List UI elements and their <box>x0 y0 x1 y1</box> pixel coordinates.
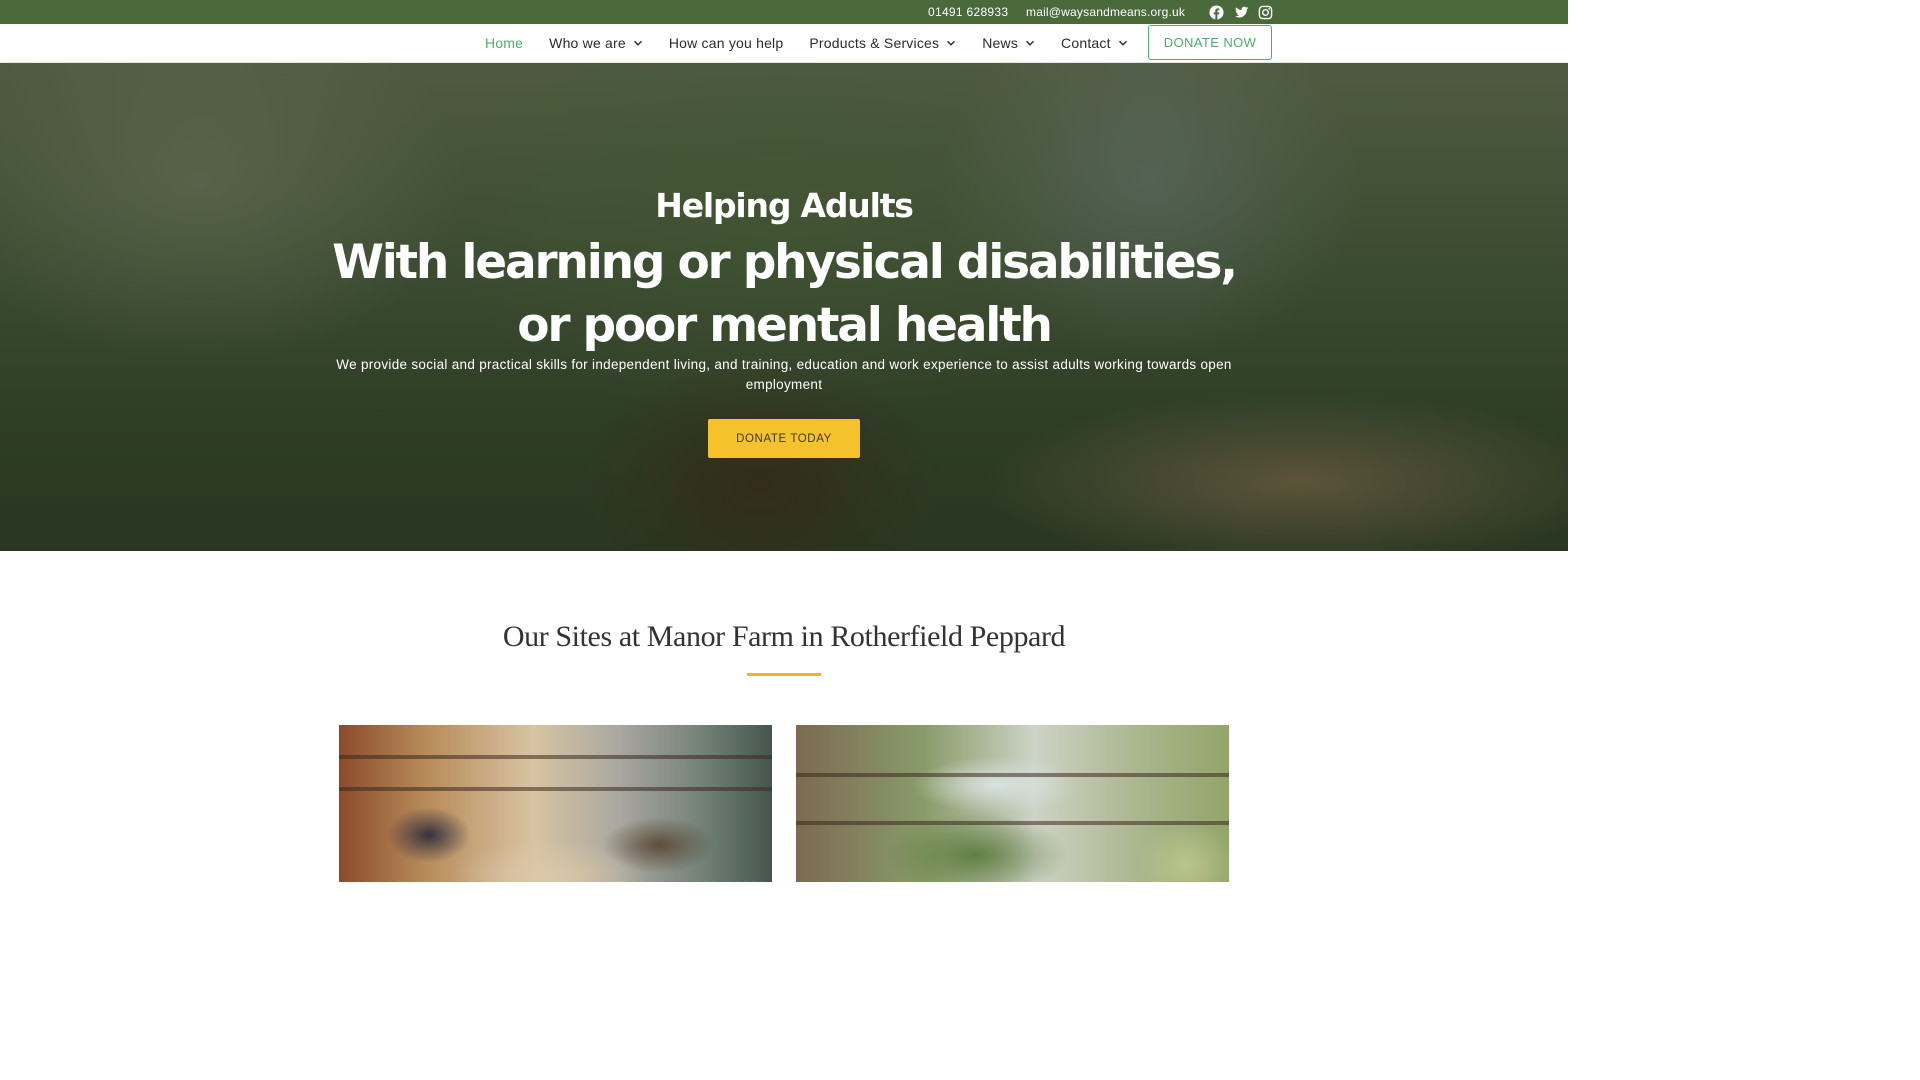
image-detail <box>796 773 1229 777</box>
site-image-greenhouse[interactable] <box>796 725 1229 882</box>
nav-item-label: Home <box>485 35 524 51</box>
nav-item-label: Products & Services <box>809 35 940 51</box>
chevron-down-icon <box>1026 40 1035 46</box>
chevron-down-icon <box>947 40 956 46</box>
nav-item-label: Contact <box>1061 35 1111 51</box>
hero-description: We provide social and practical skills f… <box>336 357 1232 392</box>
site-image-workshop[interactable] <box>339 725 772 882</box>
nav-item-contact[interactable]: Contact <box>1061 35 1128 51</box>
nav-item-news[interactable]: News <box>982 35 1035 51</box>
nav-item-products-services[interactable]: Products & Services <box>809 35 956 51</box>
donate-today-button[interactable]: DONATE TODAY <box>708 419 860 458</box>
facebook-icon[interactable] <box>1209 5 1224 20</box>
nav-menu: Home Who we are How can you help Product… <box>485 24 1128 62</box>
main-navigation: Home Who we are How can you help Product… <box>0 24 1568 63</box>
instagram-icon[interactable] <box>1258 5 1273 20</box>
image-detail <box>339 755 772 759</box>
donate-now-button[interactable]: DONATE NOW <box>1148 25 1272 60</box>
hero-banner: Helping Adults With learning or physical… <box>0 63 1568 551</box>
nav-item-how-can-you-help[interactable]: How can you help <box>669 35 784 51</box>
hero-title: With learning or physical disabilities, … <box>332 235 1238 353</box>
hero-kicker: Helping Adults <box>655 186 914 225</box>
sites-heading: Our Sites at Manor Farm in Rotherfield P… <box>502 620 1066 653</box>
hero-content: Helping Adults With learning or physical… <box>0 63 1568 551</box>
image-detail <box>339 787 772 791</box>
email-address[interactable]: mail@waysandmeans.org.uk <box>1026 5 1185 19</box>
image-detail <box>796 821 1229 825</box>
top-bar: 01491 628933 mail@waysandmeans.org.uk <box>0 0 1568 24</box>
nav-item-who-we-are[interactable]: Who we are <box>549 35 643 51</box>
heading-divider <box>747 673 821 676</box>
nav-item-home[interactable]: Home <box>485 35 523 51</box>
chevron-down-icon <box>633 40 642 46</box>
twitter-icon[interactable] <box>1234 5 1249 20</box>
phone-number[interactable]: 01491 628933 <box>928 5 1008 19</box>
nav-item-label: How can you help <box>668 35 784 51</box>
chevron-down-icon <box>1118 40 1127 46</box>
nav-item-label: News <box>982 35 1019 51</box>
nav-item-label: Who we are <box>549 35 626 51</box>
